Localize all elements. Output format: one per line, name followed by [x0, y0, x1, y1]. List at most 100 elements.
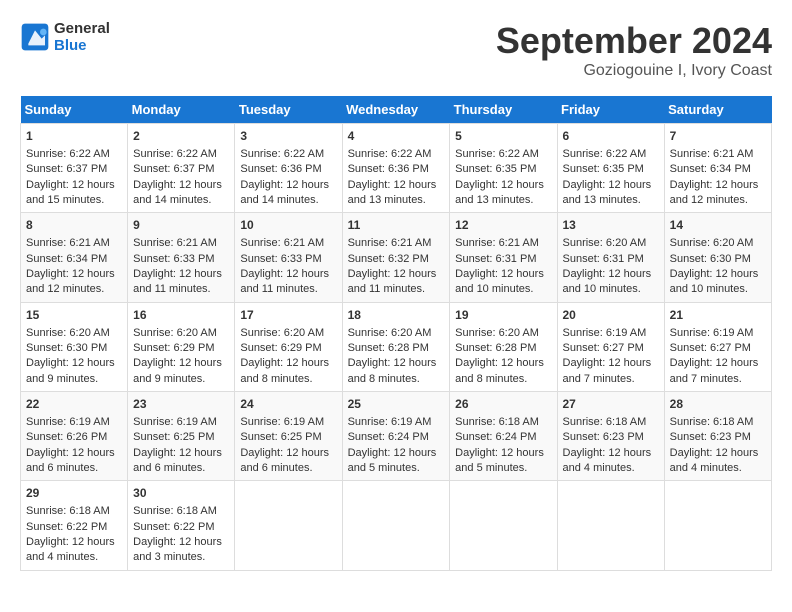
sunset-label: Sunset: 6:33 PM: [133, 253, 214, 265]
calendar-cell: 5Sunrise: 6:22 AMSunset: 6:35 PMDaylight…: [450, 124, 557, 213]
sunrise-label: Sunrise: 6:22 AM: [348, 148, 432, 160]
daylight-label: Daylight: 12 hours and 12 minutes.: [670, 179, 759, 206]
col-header-wednesday: Wednesday: [342, 96, 450, 124]
sunrise-label: Sunrise: 6:18 AM: [26, 505, 110, 517]
daylight-label: Daylight: 12 hours and 13 minutes.: [348, 179, 437, 206]
calendar-cell: 14Sunrise: 6:20 AMSunset: 6:30 PMDayligh…: [664, 213, 771, 302]
day-number: 14: [670, 217, 766, 234]
calendar-cell: 29Sunrise: 6:18 AMSunset: 6:22 PMDayligh…: [21, 481, 128, 570]
calendar-cell: 2Sunrise: 6:22 AMSunset: 6:37 PMDaylight…: [128, 124, 235, 213]
daylight-label: Daylight: 12 hours and 8 minutes.: [455, 357, 544, 384]
daylight-label: Daylight: 12 hours and 6 minutes.: [240, 447, 329, 474]
calendar-week-5: 29 Sunrise: 6:18 AM Sunset: 6:22 PM Dayligh…: [21, 481, 772, 570]
day-number: 6: [563, 128, 659, 145]
daylight-label: Daylight: 12 hours and 6 minutes.: [26, 447, 115, 474]
day-number: 22: [26, 396, 122, 413]
calendar-cell: 20Sunrise: 6:19 AMSunset: 6:27 PMDayligh…: [557, 302, 664, 391]
daylight-label: Daylight: 12 hours and 4 minutes.: [670, 447, 759, 474]
calendar-cell: 22Sunrise: 6:19 AMSunset: 6:26 PMDayligh…: [21, 392, 128, 481]
calendar-cell: 30Sunrise: 6:18 AMSunset: 6:22 PMDayligh…: [128, 481, 235, 570]
calendar-cell: [664, 481, 771, 570]
calendar-cell: 11Sunrise: 6:21 AMSunset: 6:32 PMDayligh…: [342, 213, 450, 302]
day-number: 10: [240, 217, 336, 234]
daylight-label: Daylight: 12 hours and 4 minutes.: [563, 447, 652, 474]
sunrise-label: Sunrise: 6:21 AM: [670, 148, 754, 160]
day-number: 25: [348, 396, 445, 413]
calendar-cell: 19Sunrise: 6:20 AMSunset: 6:28 PMDayligh…: [450, 302, 557, 391]
sunset-label: Sunset: 6:23 PM: [563, 431, 644, 443]
header-row: SundayMondayTuesdayWednesdayThursdayFrid…: [21, 96, 772, 124]
daylight-label: Daylight: 12 hours and 11 minutes.: [240, 268, 329, 295]
sunset-label: Sunset: 6:31 PM: [563, 253, 644, 265]
col-header-friday: Friday: [557, 96, 664, 124]
calendar-cell: 7Sunrise: 6:21 AMSunset: 6:34 PMDaylight…: [664, 124, 771, 213]
daylight-label: Daylight: 12 hours and 9 minutes.: [26, 357, 115, 384]
calendar-cell: 26Sunrise: 6:18 AMSunset: 6:24 PMDayligh…: [450, 392, 557, 481]
daylight-label: Daylight: 12 hours and 11 minutes.: [348, 268, 437, 295]
daylight-label: Daylight: 12 hours and 8 minutes.: [240, 357, 329, 384]
day-number: 8: [26, 217, 122, 234]
sunrise-label: Sunrise: 6:20 AM: [26, 327, 110, 339]
sunrise-label: Sunrise: 6:18 AM: [670, 416, 754, 428]
calendar-cell: 6Sunrise: 6:22 AMSunset: 6:35 PMDaylight…: [557, 124, 664, 213]
sunset-label: Sunset: 6:24 PM: [455, 431, 536, 443]
sunrise-label: Sunrise: 6:21 AM: [455, 237, 539, 249]
calendar-cell: 28Sunrise: 6:18 AMSunset: 6:23 PMDayligh…: [664, 392, 771, 481]
day-number: 30: [133, 485, 229, 502]
sunrise-label: Sunrise: 6:19 AM: [26, 416, 110, 428]
calendar-cell: 23Sunrise: 6:19 AMSunset: 6:25 PMDayligh…: [128, 392, 235, 481]
day-number: 29: [26, 485, 122, 502]
sunrise-label: Sunrise: 6:20 AM: [240, 327, 324, 339]
calendar-cell: 4Sunrise: 6:22 AMSunset: 6:36 PMDaylight…: [342, 124, 450, 213]
sunset-label: Sunset: 6:27 PM: [563, 342, 644, 354]
sunset-label: Sunset: 6:27 PM: [670, 342, 751, 354]
sunset-label: Sunset: 6:25 PM: [240, 431, 321, 443]
calendar-week-2: 8Sunrise: 6:21 AMSunset: 6:34 PMDaylight…: [21, 213, 772, 302]
sunset-label: Sunset: 6:33 PM: [240, 253, 321, 265]
logo-icon: [20, 22, 50, 52]
sunrise-label: Sunrise: 6:20 AM: [563, 237, 647, 249]
sunset-label: Sunset: 6:35 PM: [563, 163, 644, 175]
calendar-cell: 13Sunrise: 6:20 AMSunset: 6:31 PMDayligh…: [557, 213, 664, 302]
sunset-label: Sunset: 6:30 PM: [26, 342, 107, 354]
day-number: 12: [455, 217, 551, 234]
calendar-cell: 18Sunrise: 6:20 AMSunset: 6:28 PMDayligh…: [342, 302, 450, 391]
location-title: Goziogouine I, Ivory Coast: [496, 62, 772, 80]
calendar-cell: 27Sunrise: 6:18 AMSunset: 6:23 PMDayligh…: [557, 392, 664, 481]
sunrise-label: Sunrise: 6:21 AM: [26, 237, 110, 249]
daylight-label: Daylight: 12 hours and 7 minutes.: [563, 357, 652, 384]
page-header: General Blue September 2024 Goziogouine …: [20, 20, 772, 80]
day-number: 28: [670, 396, 766, 413]
day-number: 19: [455, 307, 551, 324]
sunset-label: Sunset: 6:29 PM: [133, 342, 214, 354]
calendar-cell: 12Sunrise: 6:21 AMSunset: 6:31 PMDayligh…: [450, 213, 557, 302]
daylight-label: Daylight: 12 hours and 13 minutes.: [455, 179, 544, 206]
daylight-label: Daylight: 12 hours and 5 minutes.: [455, 447, 544, 474]
calendar-cell: 24 Sunrise: 6:19 AM Sunset: 6:25 PM Dayligh…: [235, 392, 342, 481]
daylight-label: Daylight: 12 hours and 3 minutes.: [133, 536, 222, 563]
sunrise-label: Sunrise: 6:20 AM: [348, 327, 432, 339]
sunset-label: Sunset: 6:22 PM: [133, 521, 214, 533]
col-header-sunday: Sunday: [21, 96, 128, 124]
sunrise-label: Sunrise: 6:19 AM: [240, 416, 324, 428]
sunset-label: Sunset: 6:35 PM: [455, 163, 536, 175]
sunrise-label: Sunrise: 6:21 AM: [240, 237, 324, 249]
daylight-label: Daylight: 12 hours and 9 minutes.: [133, 357, 222, 384]
calendar-cell: [557, 481, 664, 570]
calendar-cell: 8Sunrise: 6:21 AMSunset: 6:34 PMDaylight…: [21, 213, 128, 302]
logo-line1: General: [54, 20, 110, 37]
day-number: 15: [26, 307, 122, 324]
sunrise-label: Sunrise: 6:20 AM: [133, 327, 217, 339]
col-header-thursday: Thursday: [450, 96, 557, 124]
sunrise-label: Sunrise: 6:22 AM: [455, 148, 539, 160]
calendar-cell: 21Sunrise: 6:19 AMSunset: 6:27 PMDayligh…: [664, 302, 771, 391]
sunrise-label: Sunrise: 6:22 AM: [26, 148, 110, 160]
sunrise-label: Sunrise: 6:19 AM: [563, 327, 647, 339]
day-number: 13: [563, 217, 659, 234]
day-number: 24: [240, 396, 336, 413]
sunrise-label: Sunrise: 6:19 AM: [348, 416, 432, 428]
calendar-cell: [450, 481, 557, 570]
daylight-label: Daylight: 12 hours and 14 minutes.: [240, 179, 329, 206]
daylight-label: Daylight: 12 hours and 7 minutes.: [670, 357, 759, 384]
day-number: 27: [563, 396, 659, 413]
